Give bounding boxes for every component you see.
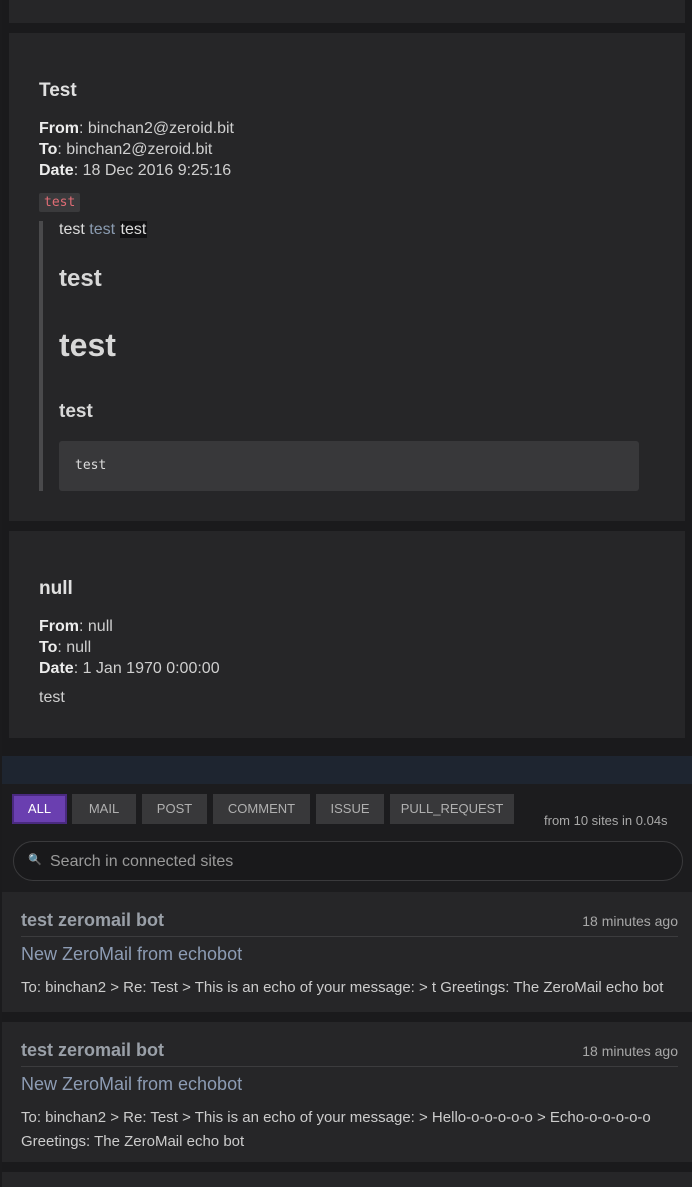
quote-heading-1: test: [59, 327, 116, 363]
mail-body: test: [39, 689, 65, 706]
mail-card: Test From: binchan2@zeroid.bit To: binch…: [9, 33, 685, 521]
search-result-partial: [2, 1172, 692, 1187]
from-label: From: [39, 618, 79, 635]
mail-title: null: [39, 578, 73, 599]
date-value: 18 Dec 2016 9:25:16: [82, 162, 232, 179]
search-box[interactable]: 🔍: [13, 841, 683, 881]
mail-title: Test: [39, 80, 77, 101]
quote-link[interactable]: test: [89, 221, 115, 238]
quote-heading-2: test: [59, 265, 102, 292]
result-title[interactable]: test zeromail bot: [21, 910, 164, 931]
tab-post[interactable]: POST: [142, 794, 207, 824]
search-result[interactable]: test zeromail bot 18 minutes ago New Zer…: [2, 892, 692, 1012]
result-subtitle[interactable]: New ZeroMail from echobot: [21, 944, 242, 965]
to-label: To: [39, 639, 58, 656]
result-title[interactable]: test zeromail bot: [21, 1040, 164, 1061]
tab-pull-request[interactable]: PULL_REQUEST: [390, 794, 514, 824]
mail-date: Date: 18 Dec 2016 9:25:16: [39, 162, 232, 179]
quote-line: test test test: [59, 221, 148, 239]
tab-issue[interactable]: ISSUE: [316, 794, 384, 824]
divider-strip: [2, 756, 692, 784]
blockquote: test test test test test test test: [39, 221, 643, 491]
mail-date: Date: 1 Jan 1970 0:00:00: [39, 660, 220, 677]
search-stats: from 10 sites in 0.04s: [544, 813, 668, 828]
result-time: 18 minutes ago: [582, 913, 678, 929]
mail-from: From: binchan2@zeroid.bit: [39, 120, 234, 137]
mail-card: null From: null To: null Date: 1 Jan 197…: [9, 531, 685, 738]
mail-to: To: binchan2@zeroid.bit: [39, 141, 213, 158]
search-result[interactable]: test zeromail bot 18 minutes ago New Zer…: [2, 1022, 692, 1162]
mail-from: From: null: [39, 618, 113, 635]
tab-comment[interactable]: COMMENT: [213, 794, 310, 824]
tab-all[interactable]: ALL: [12, 794, 67, 824]
from-address: null: [87, 618, 113, 635]
result-body: To: binchan2 > Re: Test > This is an ech…: [21, 979, 664, 996]
code-text: test: [75, 458, 107, 473]
search-input[interactable]: [48, 850, 652, 874]
code-block: test: [59, 441, 639, 491]
from-label: From: [39, 120, 79, 137]
date-value: 1 Jan 1970 0:00:00: [82, 660, 220, 677]
from-address: binchan2@zeroid.bit: [87, 120, 234, 137]
result-divider: [21, 936, 678, 937]
result-time: 18 minutes ago: [582, 1043, 678, 1059]
tab-mail[interactable]: MAIL: [72, 794, 136, 824]
date-label: Date: [39, 660, 74, 677]
mail-to: To: null: [39, 639, 92, 656]
quote-text: test: [59, 221, 85, 238]
to-address: binchan2@zeroid.bit: [66, 141, 213, 158]
search-panel: ALL MAIL POST COMMENT ISSUE PULL_REQUEST…: [2, 756, 692, 892]
to-address: null: [66, 639, 92, 656]
quote-highlight: test: [119, 221, 148, 238]
result-body: To: binchan2 > Re: Test > This is an ech…: [21, 1109, 651, 1150]
quote-heading-3: test: [59, 401, 93, 422]
search-icon: 🔍: [28, 854, 42, 866]
result-subtitle[interactable]: New ZeroMail from echobot: [21, 1074, 242, 1095]
result-divider: [21, 1066, 678, 1067]
date-label: Date: [39, 162, 74, 179]
to-label: To: [39, 141, 58, 158]
mail-card-partial: [9, 0, 685, 23]
inline-code-tag: test: [39, 193, 81, 212]
